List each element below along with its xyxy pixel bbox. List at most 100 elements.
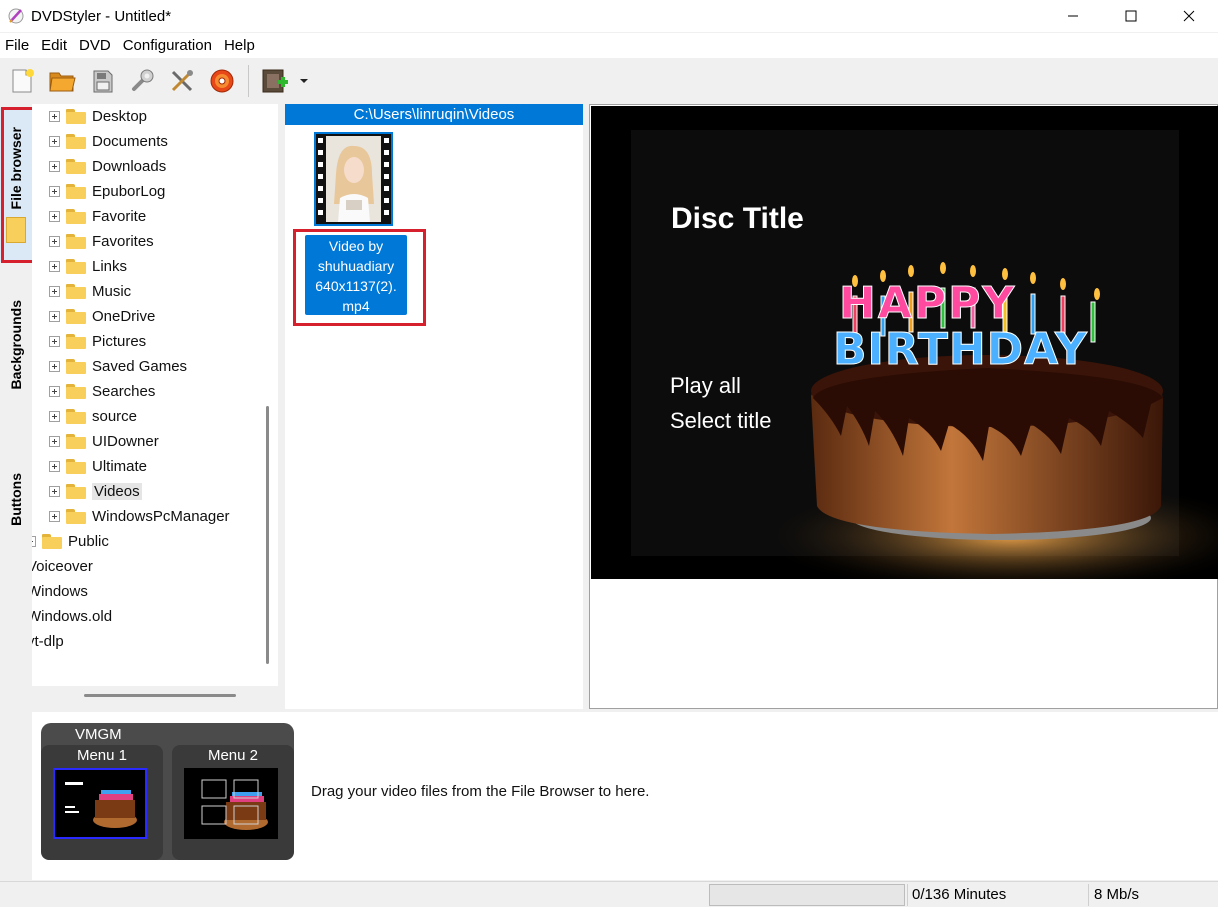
tree-item-windows[interactable]: Windows xyxy=(32,579,88,604)
expand-icon[interactable] xyxy=(49,136,60,147)
tree-item-public[interactable]: Public xyxy=(32,529,109,554)
tree-horizontal-scrollbar[interactable] xyxy=(84,694,236,697)
tree-item-label: Public xyxy=(68,533,109,550)
tree-item-label: source xyxy=(92,408,138,425)
close-button[interactable] xyxy=(1160,0,1218,32)
folder-icon xyxy=(66,434,86,449)
tree-item-downloads[interactable]: Downloads xyxy=(49,154,166,179)
tree-item-videos[interactable]: Videos xyxy=(49,479,142,504)
tree-item-documents[interactable]: Documents xyxy=(49,129,168,154)
add-video-dropdown[interactable] xyxy=(295,61,313,101)
bitrate-status: 8 Mb/s xyxy=(1094,886,1140,903)
save-icon xyxy=(93,70,113,93)
menu-edit[interactable]: Edit xyxy=(35,37,73,54)
expand-icon[interactable] xyxy=(49,361,60,372)
open-folder-icon xyxy=(49,72,76,92)
expand-icon[interactable] xyxy=(49,186,60,197)
tab-buttons[interactable]: Buttons xyxy=(0,434,32,564)
current-path: C:\Users\linruqin\Videos xyxy=(285,104,583,125)
new-icon xyxy=(12,69,34,93)
tree-item-music[interactable]: Music xyxy=(49,279,131,304)
tree-item-label: WindowsPcManager xyxy=(92,508,230,525)
tree-item-saved-games[interactable]: Saved Games xyxy=(49,354,187,379)
tree-item-label: Windows xyxy=(32,583,88,600)
status-separator xyxy=(907,884,908,906)
menu-2-thumbnail xyxy=(184,768,278,839)
settings-button[interactable] xyxy=(122,61,162,101)
menu-preview-canvas[interactable]: HAPPY BIRTHDAY Disc Title Play all Selec… xyxy=(591,106,1218,579)
expand-icon[interactable] xyxy=(49,211,60,222)
select-title-button[interactable]: Select title xyxy=(670,408,772,434)
expand-icon[interactable] xyxy=(49,236,60,247)
tree-item-favorites[interactable]: Favorites xyxy=(49,229,154,254)
folder-icon xyxy=(66,409,86,424)
expand-icon[interactable] xyxy=(49,436,60,447)
status-separator xyxy=(1088,884,1089,906)
tree-item-label: Voiceover xyxy=(32,558,93,575)
expand-icon[interactable] xyxy=(49,161,60,172)
tree-item-label: Desktop xyxy=(92,108,148,125)
chevron-down-icon xyxy=(300,79,308,83)
tab-buttons-label: Buttons xyxy=(8,472,24,526)
cake-happy-text: HAPPY xyxy=(839,278,1016,329)
tree-item-uidowner[interactable]: UIDowner xyxy=(49,429,159,454)
expand-icon[interactable] xyxy=(49,336,60,347)
menu-2-card[interactable]: Menu 2 xyxy=(172,745,294,860)
menu-1-thumbnail xyxy=(53,768,147,839)
expand-icon[interactable] xyxy=(49,486,60,497)
new-button[interactable] xyxy=(2,61,42,101)
folder-icon xyxy=(66,109,86,124)
expand-icon[interactable] xyxy=(49,411,60,422)
tree-vertical-scrollbar[interactable] xyxy=(266,406,269,664)
tree-item-favorite[interactable]: Favorite xyxy=(49,204,146,229)
tree-item-links[interactable]: Links xyxy=(49,254,127,279)
burn-button[interactable] xyxy=(202,61,242,101)
tree-item-windowspcmanager[interactable]: WindowsPcManager xyxy=(49,504,230,529)
play-all-button[interactable]: Play all xyxy=(670,373,741,399)
expand-icon[interactable] xyxy=(49,111,60,122)
tree-item-searches[interactable]: Searches xyxy=(49,379,155,404)
expand-icon[interactable] xyxy=(49,261,60,272)
expand-icon[interactable] xyxy=(49,311,60,322)
tree-item-source[interactable]: source xyxy=(49,404,137,429)
toolbar-separator xyxy=(248,65,249,97)
tree-item-voiceover[interactable]: Voiceover xyxy=(32,554,93,579)
menu-help[interactable]: Help xyxy=(218,37,261,54)
tree-item-ultimate[interactable]: Ultimate xyxy=(49,454,147,479)
tree-item-pictures[interactable]: Pictures xyxy=(49,329,146,354)
tools-button[interactable] xyxy=(162,61,202,101)
menu-dvd[interactable]: DVD xyxy=(73,37,117,54)
folder-icon xyxy=(66,309,86,324)
menu-editor: HAPPY BIRTHDAY Disc Title Play all Selec… xyxy=(589,104,1218,709)
expand-icon[interactable] xyxy=(49,511,60,522)
save-button[interactable] xyxy=(82,61,122,101)
disc-title-text[interactable]: Disc Title xyxy=(671,202,804,236)
tree-item-windows-old[interactable]: Windows.old xyxy=(32,604,112,629)
expand-icon[interactable] xyxy=(49,461,60,472)
tab-backgrounds[interactable]: Backgrounds xyxy=(0,272,32,418)
tree-item-desktop[interactable]: Desktop xyxy=(49,104,147,129)
menu-1-card[interactable]: Menu 1 xyxy=(41,745,163,860)
maximize-icon xyxy=(1125,10,1137,22)
tree-item-yt-dlp[interactable]: yt-dlp xyxy=(32,629,64,654)
video-thumbnail[interactable] xyxy=(314,132,393,226)
file-highlight-box xyxy=(293,229,426,326)
expand-icon[interactable] xyxy=(49,386,60,397)
expand-icon[interactable] xyxy=(32,536,36,547)
vmgm-label: VMGM xyxy=(75,726,122,743)
tools-icon xyxy=(171,70,193,92)
tree-item-label: Saved Games xyxy=(92,358,188,375)
add-video-button[interactable] xyxy=(255,61,295,101)
tree-item-onedrive[interactable]: OneDrive xyxy=(49,304,155,329)
burn-disc-icon xyxy=(210,69,234,93)
expand-icon[interactable] xyxy=(49,286,60,297)
maximize-button[interactable] xyxy=(1102,0,1160,32)
menu-configuration[interactable]: Configuration xyxy=(117,37,218,54)
menu-file[interactable]: File xyxy=(0,37,35,54)
folder-icon xyxy=(66,359,86,374)
open-button[interactable] xyxy=(42,61,82,101)
tree-item-epuborlog[interactable]: EpuborLog xyxy=(49,179,165,204)
minimize-button[interactable] xyxy=(1044,0,1102,32)
tree-item-label: Favorite xyxy=(92,208,147,225)
folder-icon xyxy=(66,134,86,149)
